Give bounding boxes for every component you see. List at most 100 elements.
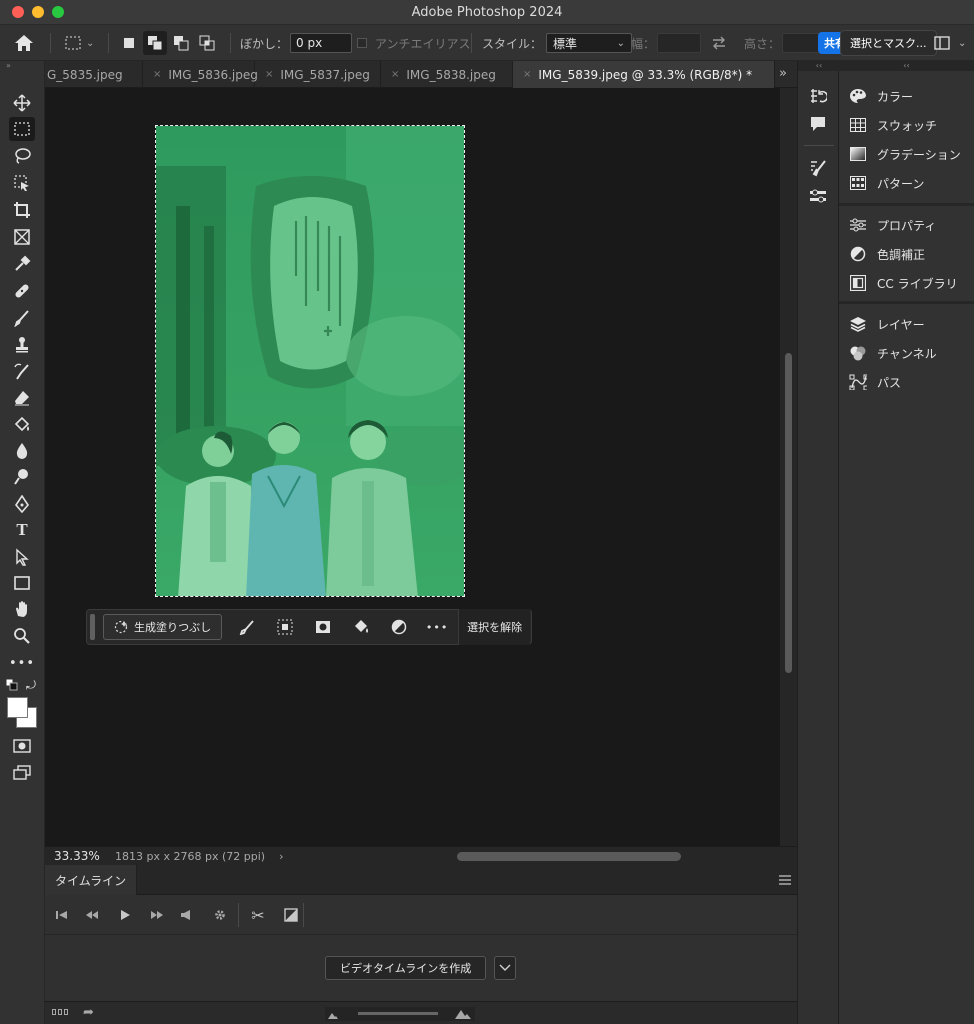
tab-img-5836[interactable]: × IMG_5836.jpeg [143,61,258,88]
tool-presets-panel-icon[interactable] [807,185,829,207]
status-menu-arrow[interactable]: › [279,850,283,863]
select-and-mask-button[interactable]: 選択とマスク... [840,30,937,56]
workspace-switcher[interactable]: ⌄ [934,25,966,61]
panel-menu-icon[interactable] [779,875,791,885]
drag-handle[interactable] [90,614,95,640]
document-canvas[interactable] [45,88,780,846]
add-to-selection-button[interactable] [143,31,167,55]
tab-label: IMG_5838.jpeg [406,67,496,82]
panel-adjustments[interactable]: 色調補正 [849,243,925,265]
eraser-tool-icon[interactable] [9,386,35,410]
zoom-level[interactable]: 33.33% [45,849,115,863]
collapse-icon[interactable]: » [6,61,11,70]
modify-selection-button[interactable] [228,609,266,645]
feather-input[interactable]: 0 px [290,33,353,53]
antialias-checkbox[interactable] [357,38,367,48]
play-icon[interactable] [115,905,135,925]
frame-animation-icon[interactable] [52,1009,68,1015]
panel-cc-libraries[interactable]: CC ライブラリ [849,272,958,294]
dodge-tool-icon[interactable] [9,465,35,489]
frame-tool-icon[interactable] [9,225,35,249]
settings-gear-icon[interactable] [210,905,230,925]
swap-colors-icon[interactable]: ⤾ [26,678,36,693]
tabs-overflow-button[interactable]: » [779,66,787,81]
blur-tool-icon[interactable] [9,439,35,463]
panel-channels[interactable]: チャンネル [849,342,937,364]
pen-tool-icon[interactable] [9,492,35,516]
horizontal-scroll-thumb[interactable] [457,852,681,861]
more-tools-icon[interactable]: ••• [9,651,35,675]
lasso-tool-icon[interactable] [9,144,35,168]
panel-swatches[interactable]: スウォッチ [849,114,937,136]
render-video-icon[interactable]: ➦ [83,1005,94,1020]
previous-frame-icon[interactable] [82,905,102,925]
rectangular-marquee-tool-icon[interactable] [9,117,35,141]
panel-layers[interactable]: レイヤー [849,313,925,335]
tab-img-5839[interactable]: × IMG_5839.jpeg @ 33.3% (RGB/8*) * [513,61,775,88]
timeline-type-dropdown[interactable] [494,956,516,980]
height-input[interactable] [782,33,823,53]
paint-bucket-tool-icon[interactable] [9,413,35,437]
eyedropper-tool-icon[interactable] [9,252,35,276]
deselect-button[interactable]: 選択を解除 [458,609,531,645]
healing-brush-tool-icon[interactable] [9,279,35,303]
brush-tool-icon[interactable] [9,306,35,330]
create-video-timeline-button[interactable]: ビデオタイムラインを作成 [325,956,487,980]
collapse-strip-icon[interactable]: ‹‹ [798,61,840,71]
fill-selection-button[interactable] [342,609,380,645]
tab-img-5835[interactable]: G_5835.jpeg [45,61,143,88]
rectangle-tool-icon[interactable] [9,571,35,595]
subtract-from-selection-button[interactable] [169,31,193,55]
brush-settings-panel-icon[interactable] [807,157,829,179]
width-input[interactable] [657,33,702,53]
timeline-tab[interactable]: タイムライン [45,865,138,895]
create-mask-button[interactable] [304,609,342,645]
panel-properties[interactable]: プロパティ [849,214,936,236]
quick-mask-icon[interactable] [9,734,35,758]
history-panel-icon[interactable] [807,85,829,107]
invert-selection-button[interactable] [266,609,304,645]
close-tab-icon[interactable]: × [391,69,399,80]
close-tab-icon[interactable]: × [153,69,161,80]
panel-color[interactable]: カラー [849,85,913,107]
path-selection-tool-icon[interactable] [9,545,35,569]
close-tab-icon[interactable]: × [265,69,273,80]
adjustment-layer-button[interactable] [380,609,418,645]
panel-patterns[interactable]: パターン [849,172,924,194]
swap-dimensions-button[interactable] [711,25,727,61]
tool-preset-picker[interactable]: ⌄ [64,25,94,61]
new-selection-button[interactable] [117,31,141,55]
collapse-panels-icon[interactable]: ‹‹ [839,61,974,71]
object-selection-tool-icon[interactable] [9,171,35,195]
type-tool-icon[interactable]: T [9,518,35,542]
audio-icon[interactable] [176,905,196,925]
close-tab-icon[interactable]: × [523,69,531,80]
split-scissors-icon[interactable]: ✂ [248,905,268,925]
go-to-first-frame-icon[interactable] [52,905,72,925]
timeline-zoom-slider[interactable] [325,1007,475,1021]
panel-paths[interactable]: パス [849,371,901,393]
more-options-button[interactable]: ••• [418,609,456,645]
hand-tool-icon[interactable] [9,597,35,621]
generative-fill-button[interactable]: 生成塗りつぶし [103,614,223,640]
transition-icon[interactable] [281,905,301,925]
intersect-selection-button[interactable] [195,31,219,55]
tab-img-5838[interactable]: × IMG_5838.jpeg [381,61,513,88]
comments-panel-icon[interactable] [807,113,829,135]
panel-gradients[interactable]: グラデーション [849,143,961,165]
vertical-scroll-thumb[interactable] [785,353,792,673]
clone-stamp-tool-icon[interactable] [9,333,35,357]
screen-mode-icon[interactable] [9,761,35,785]
move-tool-icon[interactable] [9,91,35,115]
next-frame-icon[interactable] [147,905,167,925]
foreground-color-swatch[interactable] [7,697,28,718]
crop-tool-icon[interactable] [9,198,35,222]
default-colors-icon[interactable] [5,678,18,691]
tab-img-5837[interactable]: × IMG_5837.jpeg [255,61,381,88]
style-dropdown[interactable]: 標準 ⌄ [546,33,633,53]
zoom-tool-icon[interactable] [9,624,35,648]
photo-with-selection[interactable] [155,125,465,597]
home-button[interactable] [14,25,34,61]
vertical-scrollbar[interactable] [780,88,797,848]
history-brush-tool-icon[interactable] [9,360,35,384]
